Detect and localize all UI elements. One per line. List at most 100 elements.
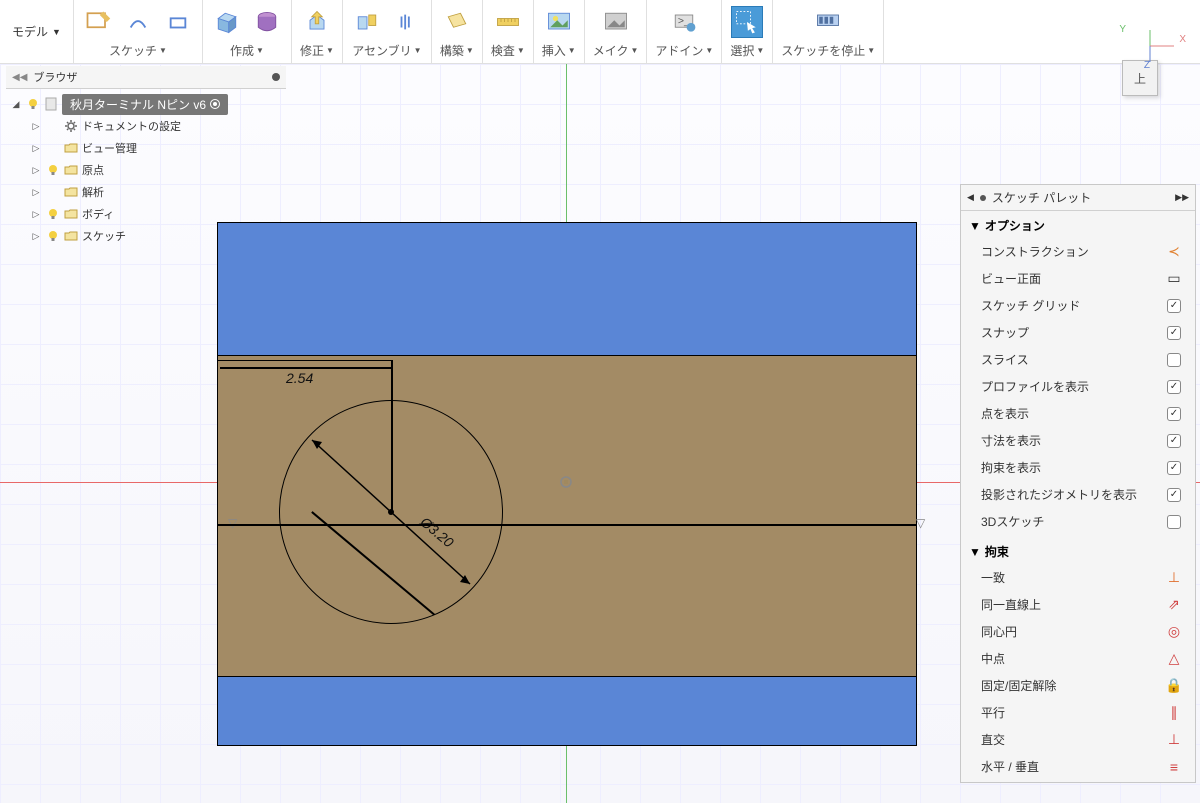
group-label: 選択 bbox=[730, 42, 754, 59]
checkbox[interactable] bbox=[1167, 299, 1181, 313]
checkbox[interactable] bbox=[1167, 488, 1181, 502]
make-icon[interactable] bbox=[600, 6, 632, 38]
primitive-icon[interactable] bbox=[251, 6, 283, 38]
constraint-glyph-icon[interactable]: ∥ bbox=[1165, 704, 1183, 721]
insert-image-icon[interactable] bbox=[543, 6, 575, 38]
palette-constraint-row[interactable]: 固定/固定解除🔒 bbox=[969, 672, 1187, 699]
palette-constraint-row[interactable]: 中点△ bbox=[969, 645, 1187, 672]
palette-constraint-row[interactable]: 一致⊥ bbox=[969, 564, 1187, 591]
expander-icon[interactable]: ▷ bbox=[30, 187, 42, 198]
extrude-icon[interactable] bbox=[211, 6, 243, 38]
create-sketch-icon[interactable] bbox=[82, 6, 114, 38]
tree-item[interactable]: ▷ 原点 bbox=[6, 159, 286, 181]
palette-option-row[interactable]: プロファイルを表示 bbox=[969, 373, 1187, 400]
bulb-placeholder bbox=[46, 119, 60, 133]
toolbar-group-insert: 挿入▼ bbox=[534, 0, 585, 63]
browser-menu-icon[interactable] bbox=[272, 73, 280, 81]
palette-option-row[interactable]: 点を表示 bbox=[969, 400, 1187, 427]
constraint-glyph-icon[interactable]: ⊥ bbox=[1165, 569, 1183, 586]
folder-icon bbox=[64, 141, 78, 155]
palette-option-row[interactable]: スライス bbox=[969, 346, 1187, 373]
palette-option-row[interactable]: 拘束を表示 bbox=[969, 454, 1187, 481]
expander-icon[interactable]: ◢ bbox=[10, 99, 22, 110]
constraint-label: 平行 bbox=[981, 704, 1165, 721]
group-label: アセンブリ bbox=[352, 42, 411, 59]
tree-item[interactable]: ▷ドキュメントの設定 bbox=[6, 115, 286, 137]
section-title-options: オプション bbox=[985, 217, 1045, 234]
dim-horizontal-value[interactable]: 2.54 bbox=[286, 370, 313, 386]
expander-icon[interactable]: ▷ bbox=[30, 231, 42, 242]
constraint-glyph-icon[interactable]: ⊥ bbox=[1165, 731, 1183, 748]
tree-item[interactable]: ▷解析 bbox=[6, 181, 286, 203]
rectangle-tool-icon[interactable] bbox=[162, 6, 194, 38]
press-pull-icon[interactable] bbox=[301, 6, 333, 38]
bulb-on-icon[interactable] bbox=[46, 163, 60, 177]
option-label: 拘束を表示 bbox=[981, 459, 1165, 476]
toolbar-group-make: メイク▼ bbox=[585, 0, 648, 63]
select-icon[interactable] bbox=[731, 6, 763, 38]
constraint-label: 中点 bbox=[981, 650, 1165, 667]
option-label: 投影されたジオメトリを表示 bbox=[981, 486, 1165, 503]
constraint-glyph-icon[interactable]: △ bbox=[1165, 650, 1183, 667]
palette-constraint-row[interactable]: 直交⊥ bbox=[969, 726, 1187, 753]
tree-item[interactable]: ▷スケッチ bbox=[6, 225, 286, 247]
browser-header[interactable]: ◀◀ ブラウザ bbox=[6, 66, 286, 89]
expander-icon[interactable]: ▷ bbox=[30, 121, 42, 132]
doc-name-chip[interactable]: 秋月ターミナル Nピン v6 bbox=[62, 94, 228, 115]
palette-option-row[interactable]: 寸法を表示 bbox=[969, 427, 1187, 454]
constraint-glyph-icon[interactable]: ≡ bbox=[1165, 759, 1183, 775]
horizontal-edge bbox=[217, 524, 917, 526]
checkbox[interactable] bbox=[1167, 461, 1181, 475]
tree-item[interactable]: ▷ビュー管理 bbox=[6, 137, 286, 159]
palette-option-row[interactable]: 投影されたジオメトリを表示 bbox=[969, 481, 1187, 508]
palette-header[interactable]: ◀ スケッチ パレット ▶▶ bbox=[961, 185, 1195, 211]
expander-icon[interactable]: ▷ bbox=[30, 165, 42, 176]
bulb-on-icon[interactable] bbox=[46, 229, 60, 243]
constraint-glyph-icon[interactable]: ◎ bbox=[1165, 623, 1183, 640]
assembly-mirror-icon[interactable] bbox=[391, 6, 423, 38]
option-glyph-icon[interactable]: ▭ bbox=[1165, 270, 1183, 287]
viewcube[interactable]: Y X Z 上 bbox=[1122, 32, 1182, 96]
option-glyph-icon[interactable]: ≺ bbox=[1165, 243, 1183, 260]
tree-root[interactable]: ◢ 秋月ターミナル Nピン v6 bbox=[6, 93, 286, 115]
checkbox[interactable] bbox=[1167, 407, 1181, 421]
gear-icon bbox=[64, 119, 78, 133]
checkbox[interactable] bbox=[1167, 326, 1181, 340]
addin-icon[interactable]: >_ bbox=[668, 6, 700, 38]
expander-icon[interactable]: ▷ bbox=[30, 209, 42, 220]
line-tool-icon[interactable] bbox=[122, 6, 154, 38]
palette-constraint-row[interactable]: 水平 / 垂直≡ bbox=[969, 753, 1187, 780]
workspace-dropdown[interactable]: モデル ▼ bbox=[0, 0, 74, 63]
checkbox[interactable] bbox=[1167, 434, 1181, 448]
joint-icon[interactable] bbox=[351, 6, 383, 38]
palette-option-row[interactable]: 3Dスケッチ bbox=[969, 508, 1187, 535]
palette-constraint-row[interactable]: 同心円◎ bbox=[969, 618, 1187, 645]
tree-item[interactable]: ▷ボディ bbox=[6, 203, 286, 225]
palette-option-row[interactable]: コンストラクション≺ bbox=[969, 238, 1187, 265]
constraint-glyph-icon[interactable]: 🔒 bbox=[1165, 677, 1183, 694]
toolbar-group-addin: >_ アドイン▼ bbox=[647, 0, 722, 63]
tree-item-label: 原点 bbox=[82, 162, 104, 178]
palette-option-row[interactable]: スナップ bbox=[969, 319, 1187, 346]
checkbox[interactable] bbox=[1167, 515, 1181, 529]
option-label: 寸法を表示 bbox=[981, 432, 1165, 449]
checkbox[interactable] bbox=[1167, 380, 1181, 394]
toolbar-group-assembly: アセンブリ▼ bbox=[343, 0, 432, 63]
bulb-icon[interactable] bbox=[26, 97, 40, 111]
constraint-glyph-icon[interactable]: ⇗ bbox=[1165, 596, 1183, 613]
plane-icon[interactable] bbox=[441, 6, 473, 38]
dim-line-horizontal bbox=[220, 367, 391, 369]
palette-expand-icon[interactable]: ▶▶ bbox=[1175, 192, 1189, 203]
group-label: スケッチを停止 bbox=[781, 42, 865, 59]
palette-constraint-row[interactable]: 同一直線上⇗ bbox=[969, 591, 1187, 618]
palette-option-row[interactable]: スケッチ グリッド bbox=[969, 292, 1187, 319]
palette-constraint-row[interactable]: 平行∥ bbox=[969, 699, 1187, 726]
nav-left-icon[interactable]: ◀◀ bbox=[12, 72, 27, 83]
bulb-on-icon[interactable] bbox=[46, 207, 60, 221]
option-label: スケッチ グリッド bbox=[981, 297, 1165, 314]
checkbox[interactable] bbox=[1167, 353, 1181, 367]
measure-icon[interactable] bbox=[492, 6, 524, 38]
stop-sketch-icon[interactable] bbox=[812, 6, 844, 38]
palette-option-row[interactable]: ビュー正面▭ bbox=[969, 265, 1187, 292]
expander-icon[interactable]: ▷ bbox=[30, 143, 42, 154]
